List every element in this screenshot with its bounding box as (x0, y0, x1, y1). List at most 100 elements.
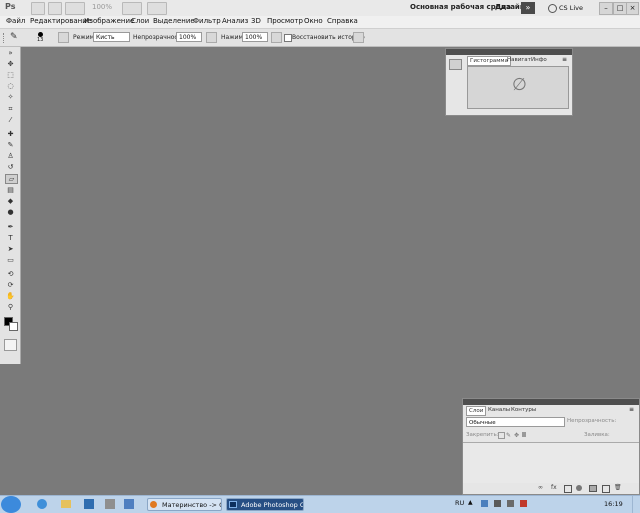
show-desktop-button[interactable] (632, 496, 640, 513)
menu-help[interactable]: Справка (327, 17, 358, 25)
firefox-icon (150, 501, 157, 508)
dodge-tool-icon[interactable]: ● (5, 208, 16, 216)
type-tool-icon[interactable]: T (5, 234, 16, 242)
lasso-tool-icon[interactable]: ◌ (5, 82, 16, 90)
tab-layers[interactable]: Слои (466, 406, 487, 416)
quick-selection-tool-icon[interactable]: ✧ (5, 93, 16, 101)
lock-all-icon[interactable] (522, 432, 526, 437)
lock-pixels-icon[interactable]: ✎ (506, 432, 511, 439)
gradient-tool-icon[interactable]: ▤ (5, 186, 16, 194)
panel-menu-icon[interactable]: ≡ (562, 56, 567, 63)
explorer-folder-icon[interactable] (61, 500, 71, 508)
eyedropper-tool-icon[interactable]: ⁄ (5, 116, 16, 124)
path-selection-tool-icon[interactable]: ➤ (5, 245, 16, 253)
internet-explorer-icon[interactable] (37, 499, 47, 509)
cs-live-icon (548, 4, 557, 13)
pen-pressure-size-icon[interactable] (353, 32, 364, 43)
restore-history-checkbox[interactable] (284, 34, 292, 42)
new-layer-icon[interactable] (602, 485, 610, 493)
menu-image[interactable]: Изображение (84, 17, 134, 25)
crop-tool-icon[interactable]: ⌗ (5, 105, 16, 113)
brush-tool-icon[interactable]: ✎ (10, 32, 18, 42)
start-button-icon[interactable] (1, 496, 21, 513)
hand-tool-icon[interactable]: ✋ (5, 292, 16, 300)
clone-stamp-tool-icon[interactable]: ♙ (5, 152, 16, 160)
tab-info[interactable]: Инфо (529, 56, 549, 64)
pen-tool-icon[interactable]: ✒ (5, 223, 16, 231)
zoom-tool-icon[interactable]: ⚲ (5, 303, 16, 311)
quick-mask-icon[interactable] (4, 339, 17, 351)
panel-menu-icon[interactable]: ≡ (629, 406, 634, 413)
view-extras-button[interactable] (65, 2, 85, 15)
rectangle-tool-icon[interactable]: ▭ (5, 256, 16, 264)
menu-bar: Файл Редактирование Изображение Слои Выд… (0, 16, 640, 29)
zoom-level[interactable]: 100% (92, 3, 112, 11)
lock-transparency-icon[interactable] (498, 432, 505, 439)
menu-filter[interactable]: Фильтр (193, 17, 221, 25)
blend-mode-select[interactable]: Обычные (466, 417, 565, 427)
menu-window[interactable]: Окно (304, 17, 323, 25)
marquee-tool-icon[interactable]: ⬚ (5, 71, 16, 79)
minimize-button[interactable]: – (599, 2, 613, 15)
app-icon[interactable] (105, 499, 115, 509)
taskbar-item-photoshop[interactable]: Adobe Photoshop C... (226, 498, 304, 511)
adjustment-layer-icon[interactable] (576, 485, 582, 491)
tools-panel-collapse-icon[interactable]: » (5, 49, 16, 57)
lock-position-icon[interactable]: ✥ (514, 432, 519, 439)
panel-collapse-icon[interactable] (449, 59, 462, 70)
menu-select[interactable]: Выделение (153, 17, 195, 25)
cs-live-button[interactable]: CS Live (559, 4, 583, 12)
delete-layer-icon[interactable]: 🗑 (614, 484, 622, 491)
taskbar-item-browser[interactable]: Материнство -> От... (147, 498, 222, 511)
layer-mask-icon[interactable] (564, 485, 572, 493)
screen-mode-button[interactable] (147, 2, 167, 15)
3d-rotate-tool-icon[interactable]: ⟲ (5, 270, 16, 278)
show-hidden-icons-icon[interactable]: ▲ (468, 499, 473, 506)
menu-file[interactable]: Файл (6, 17, 25, 25)
layer-style-button[interactable]: fx (551, 484, 557, 491)
menu-edit[interactable]: Редактирование (30, 17, 91, 25)
clock[interactable]: 16:19 (604, 500, 623, 508)
tray-icon[interactable] (520, 500, 527, 507)
eraser-tool-icon[interactable]: ▱ (5, 174, 18, 184)
background-color-swatch[interactable] (9, 322, 18, 331)
arrange-documents-button[interactable] (122, 2, 142, 15)
close-button[interactable]: × (626, 2, 639, 15)
bridge-button[interactable] (31, 2, 45, 15)
blur-tool-icon[interactable]: ◆ (5, 197, 16, 205)
blend-mode-value: Обычные (469, 420, 496, 426)
move-tool-icon[interactable]: ✥ (5, 60, 16, 68)
opacity-pressure-icon[interactable] (206, 32, 217, 43)
volume-icon[interactable] (507, 500, 514, 507)
3d-orbit-tool-icon[interactable]: ⟳ (5, 281, 16, 289)
menu-layers[interactable]: Слои (131, 17, 149, 25)
menu-analysis[interactable]: Анализ (222, 17, 248, 25)
mode-select[interactable]: Кисть (93, 32, 130, 42)
healing-brush-tool-icon[interactable]: ✚ (5, 130, 16, 138)
media-player-icon[interactable] (84, 499, 94, 509)
language-indicator[interactable]: RU (455, 499, 464, 507)
brush-tool-icon[interactable]: ✎ (5, 141, 16, 149)
pressure-field[interactable]: 100% (242, 32, 268, 42)
opacity-field[interactable]: 100% (176, 32, 202, 42)
layers-list (463, 442, 639, 483)
tray-icon[interactable] (481, 500, 488, 507)
panel-header[interactable] (463, 399, 639, 405)
lock-label: Закрепить: (466, 432, 499, 438)
network-icon[interactable] (494, 500, 501, 507)
application-bar: Ps 100% Основная рабочая среда Дизайн » … (0, 0, 640, 17)
airbrush-icon[interactable] (271, 32, 282, 43)
tab-paths[interactable]: Контуры (509, 406, 538, 414)
mini-bridge-button[interactable] (48, 2, 62, 15)
app-icon[interactable] (124, 499, 134, 509)
grip-handle[interactable] (3, 33, 6, 43)
menu-3d[interactable]: 3D (251, 17, 261, 25)
maximize-button[interactable]: □ (613, 2, 627, 15)
menu-view[interactable]: Просмотр (267, 17, 303, 25)
workspace-more-button[interactable]: » (521, 2, 535, 14)
panel-header[interactable] (446, 49, 572, 55)
link-layers-icon[interactable]: ∞ (538, 484, 543, 491)
new-group-icon[interactable] (589, 485, 597, 492)
brush-panel-toggle-icon[interactable] (58, 32, 69, 43)
history-brush-tool-icon[interactable]: ↺ (5, 163, 16, 171)
